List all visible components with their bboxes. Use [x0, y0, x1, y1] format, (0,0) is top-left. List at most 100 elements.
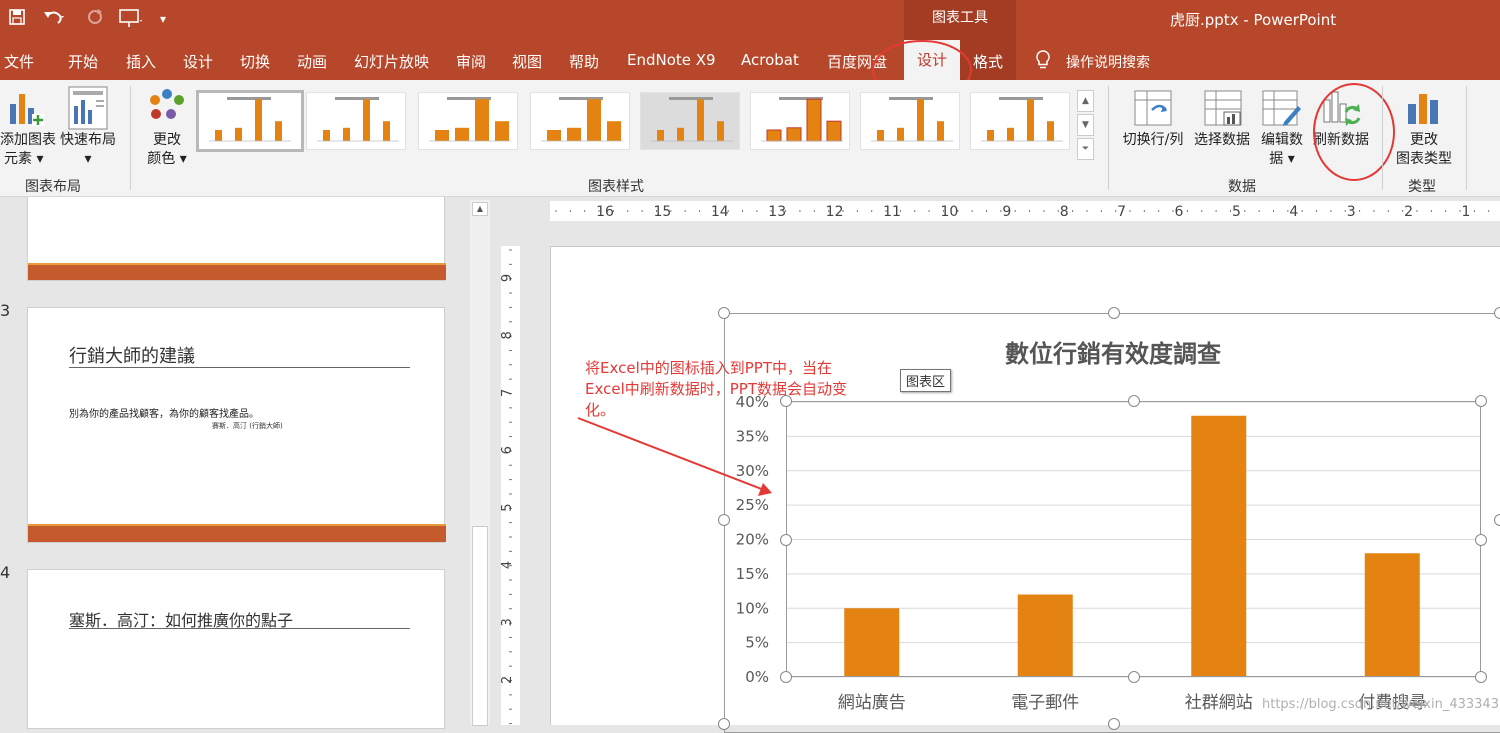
- ruler-label: 7: [501, 389, 515, 397]
- chart-style-thumbnail[interactable]: [196, 90, 304, 152]
- gallery-scroll-up[interactable]: ▲: [1077, 90, 1094, 112]
- resize-handle[interactable]: [1494, 514, 1500, 526]
- lightbulb-icon: [1034, 49, 1052, 75]
- switch-row-column-button[interactable]: 切换行/列: [1118, 131, 1188, 150]
- resize-handle[interactable]: [1108, 718, 1120, 730]
- tab-insert[interactable]: 插入: [126, 51, 156, 72]
- plot-area-frame[interactable]: [786, 401, 1481, 677]
- ruler-ticks: 9 8 7 6 5 4 3 2: [500, 249, 515, 725]
- ruler-label: 3: [1347, 204, 1356, 220]
- tab-animations[interactable]: 动画: [297, 51, 327, 72]
- redo-icon[interactable]: [86, 8, 104, 31]
- chart-style-thumbnail[interactable]: [970, 92, 1070, 150]
- ruler-ticks: 16 15 14 13 12 11 10 9 8 7 6 5 4 3 2 1: [555, 204, 1490, 220]
- tab-home[interactable]: 开始: [68, 51, 98, 72]
- chart-style-thumbnail[interactable]: [306, 92, 406, 150]
- switch-row-column-icon[interactable]: [1134, 90, 1172, 130]
- red-circle-annotation: [1313, 83, 1395, 181]
- chart-style-preview: [981, 97, 1063, 142]
- chart-style-thumbnail[interactable]: [750, 92, 850, 150]
- ribbon-body: 添加图表 元素 ▾ 快速布局 ▾ 图表布局 更改 颜色 ▾ ▲ ▼ ⏷ 图表样式 切换…: [0, 80, 1500, 197]
- plot-handle[interactable]: [1475, 534, 1487, 546]
- separator: [1108, 86, 1109, 190]
- chart-style-thumbnail[interactable]: [418, 92, 518, 150]
- scroll-thumb[interactable]: [472, 526, 488, 726]
- resize-handle[interactable]: [1494, 307, 1500, 319]
- thumbnail-scrollbar[interactable]: ▲: [470, 200, 490, 726]
- chart-style-thumbnail[interactable]: [640, 92, 740, 150]
- chart-style-preview: [651, 97, 733, 142]
- change-chart-type-icon[interactable]: [1406, 90, 1442, 130]
- tab-transitions[interactable]: 切换: [240, 51, 270, 72]
- customize-qat-icon[interactable]: ▾: [160, 12, 166, 26]
- ruler-label: 5: [1232, 204, 1241, 220]
- quick-layout-button[interactable]: 快速布局 ▾: [56, 131, 120, 169]
- scroll-up-arrow[interactable]: ▲: [472, 202, 488, 216]
- tab-review[interactable]: 审阅: [456, 51, 486, 72]
- resize-handle[interactable]: [718, 514, 730, 526]
- quick-layout-icon[interactable]: [68, 86, 108, 134]
- tab-help[interactable]: 帮助: [569, 51, 599, 72]
- tab-endnote[interactable]: EndNote X9: [627, 51, 716, 69]
- data-group-label: 数据: [1228, 179, 1256, 195]
- plot-handle[interactable]: [1475, 671, 1487, 683]
- tab-design[interactable]: 设计: [183, 51, 213, 72]
- slide-thumbnail-4[interactable]: 塞斯．高汀：如何推廣你的點子: [27, 569, 445, 729]
- tell-me-search[interactable]: 操作说明搜索: [1066, 52, 1150, 72]
- plot-handle[interactable]: [1128, 671, 1140, 683]
- plot-handle[interactable]: [1128, 395, 1140, 407]
- plot-handle[interactable]: [780, 534, 792, 546]
- change-colors-button[interactable]: 更改 颜色 ▾: [140, 131, 194, 169]
- add-chart-element-icon[interactable]: [8, 88, 44, 134]
- ruler-label: 9: [501, 274, 515, 282]
- change-chart-type-button[interactable]: 更改 图表类型: [1390, 131, 1458, 169]
- slide-footer-band: [28, 524, 446, 542]
- slide-thumbnail-pane: 3 行銷大師的建議 別為你的產品找顧客，為你的顧客找產品。 賽斯．高汀 (行銷大…: [0, 197, 495, 729]
- ruler-label: 3: [501, 618, 515, 626]
- slide-number: 4: [0, 563, 11, 582]
- select-data-button[interactable]: 选择数据: [1189, 131, 1255, 150]
- tab-slideshow[interactable]: 幻灯片放映: [354, 51, 429, 72]
- presentation-icon[interactable]: [118, 8, 144, 33]
- chart-styles-group-label: 图表样式: [588, 179, 644, 195]
- select-data-icon[interactable]: [1204, 90, 1242, 130]
- chart-style-thumbnail[interactable]: [530, 92, 630, 150]
- ruler-label: 2: [1404, 204, 1413, 220]
- slide-title: 行銷大師的建議: [69, 346, 195, 367]
- slide-attribution: 賽斯．高汀 (行銷大師): [212, 422, 283, 430]
- tab-format[interactable]: 格式: [973, 51, 1003, 72]
- tab-view[interactable]: 视图: [512, 51, 542, 72]
- plot-handle[interactable]: [1475, 395, 1487, 407]
- chart-layouts-group-label: 图表布局: [25, 179, 81, 195]
- save-icon[interactable]: [8, 8, 26, 31]
- watermark: https://blog.csdn.net/weixin_43334389: [1262, 697, 1500, 712]
- ruler-label: 9: [1002, 204, 1011, 220]
- undo-icon[interactable]: [42, 8, 66, 31]
- ruler-label: 5: [501, 503, 515, 511]
- gallery-more[interactable]: ⏷: [1077, 138, 1094, 160]
- ruler-label: 1: [1462, 204, 1471, 220]
- tab-file[interactable]: 文件: [4, 51, 34, 72]
- chart-tools-context-label: 图表工具: [904, 0, 1016, 40]
- separator: [130, 86, 131, 190]
- ruler-label: 13: [768, 204, 786, 220]
- plot-handle[interactable]: [780, 671, 792, 683]
- add-chart-element-button[interactable]: 添加图表 元素 ▾: [0, 131, 56, 169]
- chart-style-thumbnail[interactable]: [860, 92, 960, 150]
- slide-thumbnail-2[interactable]: [27, 197, 446, 281]
- edit-data-button[interactable]: 编辑数据 ▾: [1256, 131, 1308, 169]
- resize-handle[interactable]: [1108, 307, 1120, 319]
- resize-handle[interactable]: [718, 718, 730, 730]
- slide-number: 3: [0, 301, 11, 320]
- palette-icon[interactable]: [146, 88, 186, 132]
- gallery-scroll-down[interactable]: ▼: [1077, 114, 1094, 136]
- slide-thumbnail-3[interactable]: 行銷大師的建議 別為你的產品找顧客，為你的顧客找產品。 賽斯．高汀 (行銷大師): [27, 307, 446, 543]
- resize-handle[interactable]: [718, 307, 730, 319]
- ruler-label: 6: [501, 446, 515, 454]
- ruler-label: 8: [501, 331, 515, 339]
- edit-data-icon[interactable]: [1262, 90, 1302, 130]
- separator: [1466, 86, 1467, 190]
- separator: [1382, 86, 1383, 190]
- tab-acrobat[interactable]: Acrobat: [741, 51, 799, 69]
- ruler-label: 10: [940, 204, 958, 220]
